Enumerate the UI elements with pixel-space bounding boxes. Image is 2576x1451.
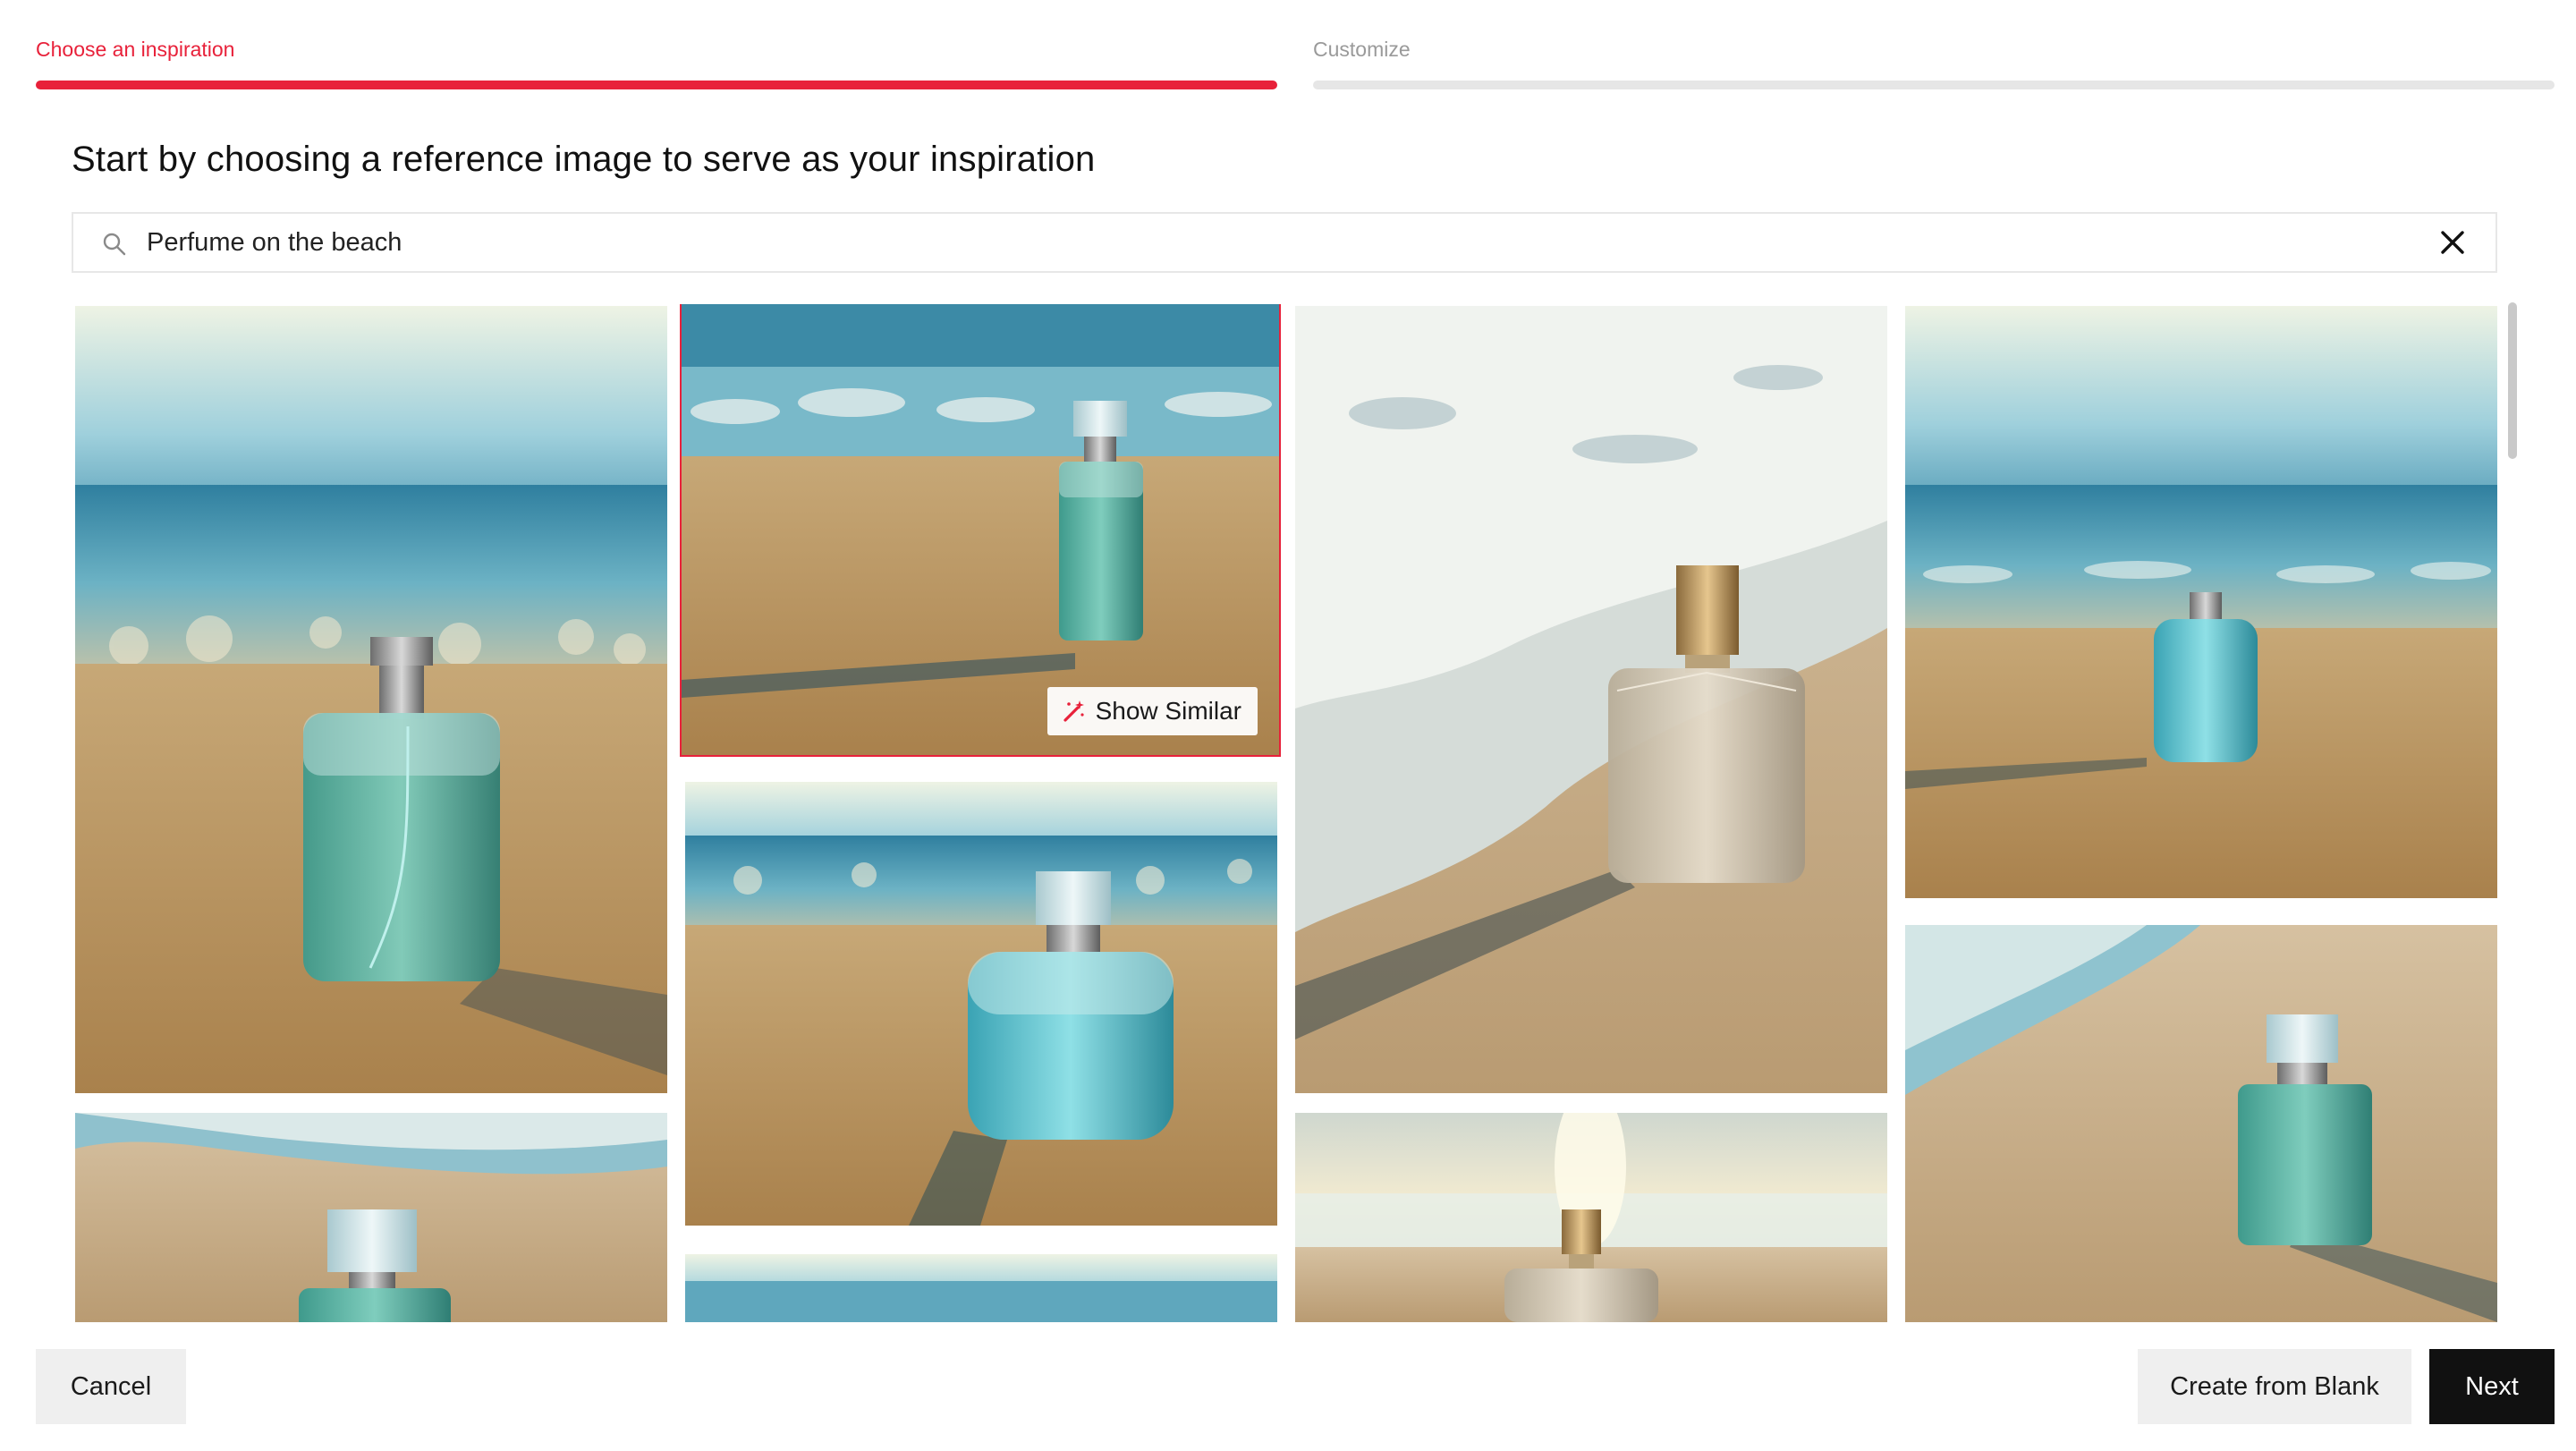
step-customize: Customize xyxy=(1313,36,2555,89)
step-label: Choose an inspiration xyxy=(36,38,235,61)
image-gallery: Show Similar xyxy=(73,304,2515,1322)
search-bar[interactable] xyxy=(72,212,2497,273)
step-label: Customize xyxy=(1313,38,1411,61)
search-input[interactable] xyxy=(147,214,2383,271)
step-progress-bar-active xyxy=(36,81,1277,89)
show-similar-button[interactable]: Show Similar xyxy=(1046,687,1258,735)
gallery-image[interactable] xyxy=(685,1254,1277,1322)
create-from-blank-button[interactable]: Create from Blank xyxy=(2138,1349,2411,1424)
gallery-image[interactable] xyxy=(1905,925,2497,1322)
step-progress-bar-inactive xyxy=(1313,81,2555,89)
page-title: Start by choosing a reference image to s… xyxy=(72,140,1096,179)
gallery-image-selected[interactable]: Show Similar xyxy=(680,304,1281,757)
cancel-button[interactable]: Cancel xyxy=(36,1349,186,1424)
search-icon xyxy=(103,233,126,256)
step-choose-inspiration: Choose an inspiration xyxy=(36,36,1277,89)
beach-photo xyxy=(75,1113,667,1322)
gallery-image[interactable] xyxy=(75,306,667,1093)
gallery-image[interactable] xyxy=(685,782,1277,1226)
beach-photo xyxy=(685,1254,1277,1322)
beach-photo xyxy=(1905,306,2497,898)
beach-photo xyxy=(1295,306,1887,1093)
beach-photo xyxy=(1905,925,2497,1322)
close-icon[interactable] xyxy=(2436,226,2469,259)
beach-photo xyxy=(1295,1113,1887,1322)
beach-photo xyxy=(685,782,1277,1226)
scrollbar-thumb[interactable] xyxy=(2508,302,2517,459)
show-similar-label: Show Similar xyxy=(1095,697,1241,725)
gallery-image[interactable] xyxy=(1905,306,2497,898)
next-button[interactable]: Next xyxy=(2429,1349,2555,1424)
gallery-image[interactable] xyxy=(1295,1113,1887,1322)
gallery-image[interactable] xyxy=(1295,306,1887,1093)
magic-wand-icon xyxy=(1063,700,1084,722)
gallery-image[interactable] xyxy=(75,1113,667,1322)
beach-photo xyxy=(75,306,667,1093)
